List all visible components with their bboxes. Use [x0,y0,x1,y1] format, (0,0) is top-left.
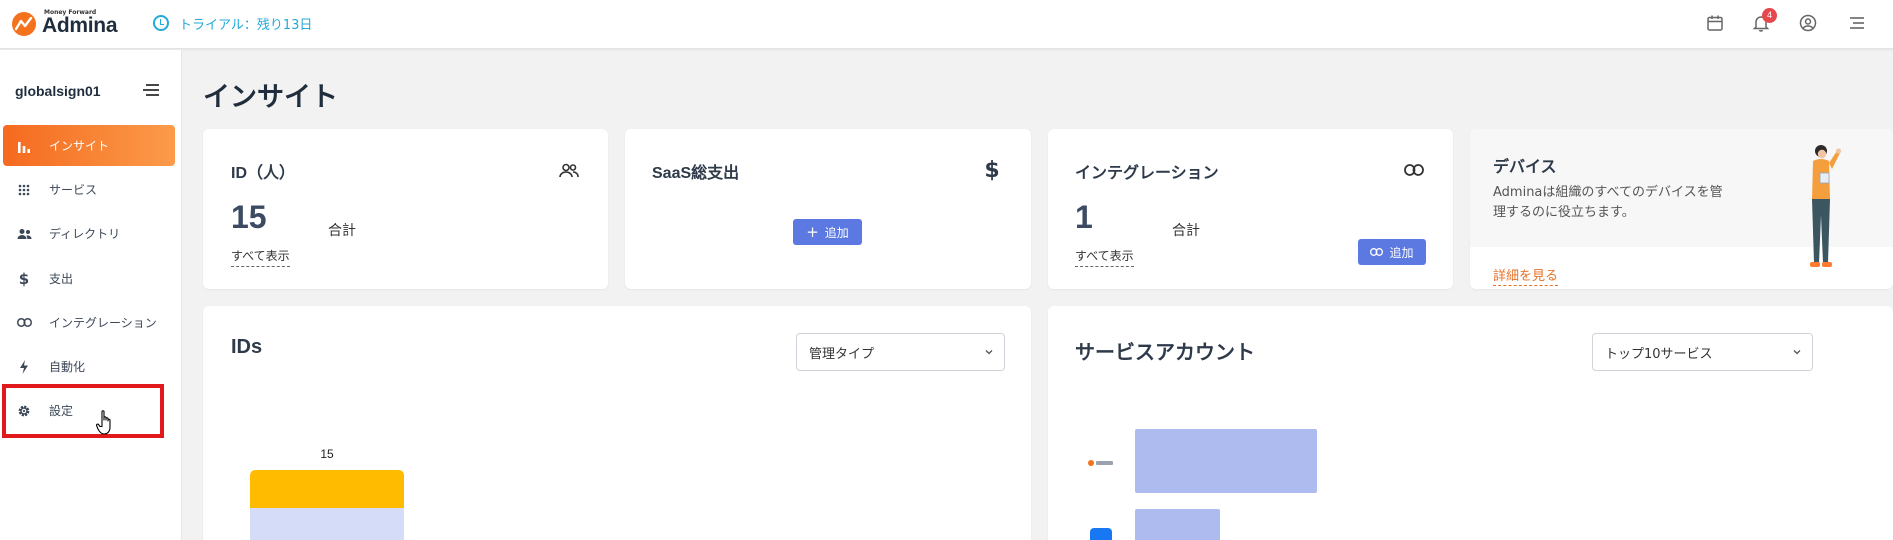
sidebar-item-label: インサイト [49,139,110,153]
ids-count: 15 [231,199,267,235]
top-services-select[interactable]: トップ10サービス [1592,333,1813,371]
device-details-link[interactable]: 詳細を見る [1493,265,1559,286]
bar [250,470,404,508]
ids-bar-chart: 15 [250,447,404,540]
ids-total-label: 合計 [328,223,356,239]
plus-icon: + [806,222,819,241]
org-name: globalsign01 [15,83,101,99]
bar [250,508,404,540]
settings-highlight-box [2,384,164,438]
sidebar: globalsign01 インサイト サービス ディレクトリ $ 支出 インテグ… [0,50,182,540]
menu-icon[interactable] [1846,12,1868,34]
service-accounts-panel: サービスアカウント トップ10サービス [1048,306,1893,540]
integration-add-button[interactable]: 追加 [1358,239,1426,265]
notification-badge: 4 [1762,8,1777,23]
integration-total-label: 合計 [1172,223,1200,239]
d-service-logo-icon [1090,528,1112,540]
collapse-sidebar-icon[interactable] [141,82,161,100]
saas-add-button[interactable]: + 追加 [793,219,862,245]
accounts-panel-title: サービスアカウント [1075,342,1255,364]
logo-name: Admina [42,14,118,37]
dollar-icon: $ [984,157,1000,183]
ids-card: ID（人） 15 合計 すべて表示 [203,129,608,289]
sidebar-item-automation[interactable]: 自動化 [3,346,175,387]
sidebar-item-spend[interactable]: $ 支出 [3,258,175,299]
logo-mark-icon [12,12,36,36]
trial-indicator[interactable]: トライアル：残り13日 [153,13,312,33]
people-icon [558,159,580,181]
ids-card-title: ID（人） [231,165,296,182]
ids-panel: IDs 管理タイプ 15 [203,306,1031,540]
clock-icon [153,15,169,31]
device-description: Adminaは組織のすべてのデバイスを管理するのに役立ちます。 [1493,185,1723,220]
person-illustration-icon [1797,143,1843,275]
hand-cursor-icon [95,410,116,440]
calendar-icon[interactable] [1704,12,1726,34]
data-label: 15 [320,447,334,461]
saas-spend-card: SaaS総支出 $ + 追加 [625,129,1031,289]
sidebar-item-services[interactable]: サービス [3,169,175,210]
integration-show-all-link[interactable]: すべて表示 [1075,247,1134,267]
link-icon [1403,159,1425,181]
trial-text: トライアル：残り13日 [179,17,313,33]
sidebar-item-label: ディレクトリ [49,227,121,241]
bar [1135,509,1220,540]
bar [1135,429,1317,493]
sidebar-item-label: 自動化 [49,360,86,374]
sidebar-item-integration[interactable]: インテグレーション [3,302,175,343]
sidebar-item-insight[interactable]: インサイト [3,125,175,166]
admina-service-logo-icon [1087,455,1115,474]
admina-logo[interactable]: Money Forward Admina [12,8,122,40]
users-icon [15,225,33,243]
bell-icon[interactable]: 4 [1750,8,1777,34]
dollar-icon: $ [18,269,30,288]
grid-icon [15,181,33,199]
account-icon[interactable] [1797,12,1819,34]
sidebar-item-label: 支出 [49,272,74,286]
integration-count: 1 [1075,199,1093,235]
sidebar-item-label: インテグレーション [49,316,157,330]
sidebar-item-label: サービス [49,183,98,197]
add-label: 追加 [824,225,849,240]
select-value: トップ10サービス [1605,346,1713,362]
integration-card-title: インテグレーション [1075,165,1219,182]
ids-show-all-link[interactable]: すべて表示 [231,247,290,267]
device-card-title: デバイス [1493,159,1557,176]
device-card: デバイス Adminaは組織のすべてのデバイスを管理するのに役立ちます。 詳細を… [1470,129,1893,289]
bolt-icon [15,358,33,376]
link-icon [15,314,33,332]
saas-card-title: SaaS総支出 [652,165,740,182]
add-label: 追加 [1389,245,1414,260]
bar-chart-icon [15,137,33,155]
page-title: インサイト [203,82,338,112]
top-bar: Money Forward Admina トライアル：残り13日 4 [0,0,1893,49]
integration-card: インテグレーション 1 合計 すべて表示 追加 [1048,129,1453,289]
sidebar-item-directory[interactable]: ディレクトリ [3,213,175,254]
link-icon [1370,245,1384,259]
chevron-down-icon [1792,346,1802,361]
